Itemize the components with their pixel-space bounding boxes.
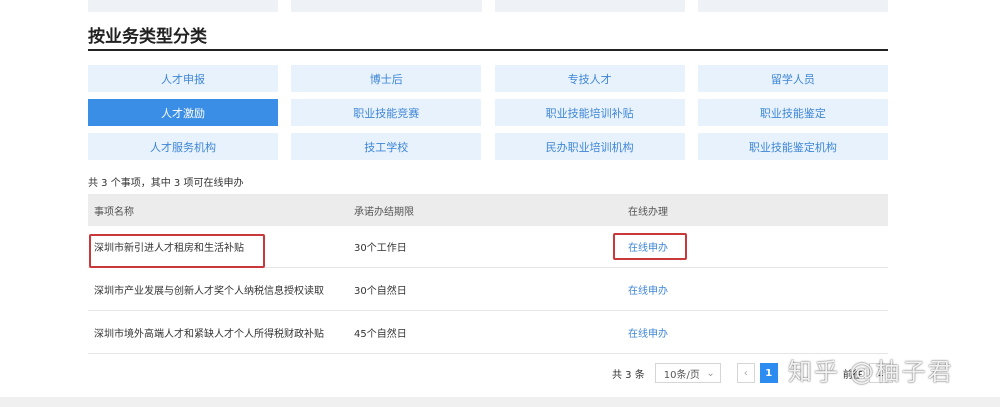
table-row: 深圳市产业发展与创新人才奖个人纳税信息授权读取 30个自然日 在线申办 <box>88 268 888 311</box>
header-online: 在线办理 <box>628 206 668 218</box>
category-button[interactable]: 人才申报 <box>88 65 278 92</box>
chevron-down-icon: ⌄ <box>706 367 715 379</box>
top-card <box>88 0 279 12</box>
item-name: 深圳市产业发展与创新人才奖个人纳税信息授权读取 <box>94 285 324 297</box>
footer-strip <box>0 397 1000 407</box>
result-summary: 共 3 个事项，其中 3 项可在线申办 <box>88 178 244 189</box>
category-button[interactable]: 专技人才 <box>494 65 685 92</box>
category-button[interactable]: 留学人员 <box>697 65 888 92</box>
item-deadline: 45个自然日 <box>354 328 407 340</box>
title-divider <box>88 49 888 51</box>
category-button[interactable]: 职业技能竞赛 <box>291 99 482 126</box>
category-button[interactable]: 职业技能鉴定 <box>697 99 888 126</box>
page-size-value: 10条/页 <box>663 369 700 381</box>
top-card <box>291 0 482 12</box>
category-button[interactable]: 技工学校 <box>291 133 482 160</box>
table-row: 深圳市新引进人才租房和生活补贴 30个工作日 在线申办 <box>88 226 888 268</box>
category-button[interactable]: 职业技能鉴定机构 <box>697 133 888 160</box>
category-button[interactable]: 人才服务机构 <box>88 133 278 160</box>
header-deadline: 承诺办结期限 <box>354 206 414 218</box>
table-header: 事项名称 承诺办结期限 在线办理 <box>88 194 888 226</box>
pagination-total: 共 3 条 <box>612 369 645 381</box>
watermark: 知乎 @柚子君 <box>788 358 954 386</box>
page-size-select[interactable]: 10条/页 ⌄ <box>654 363 721 383</box>
category-button[interactable]: 人才激励 <box>88 99 278 126</box>
category-grid: 人才申报 博士后 专技人才 留学人员 人才激励 职业技能竞赛 职业技能培训补贴 … <box>88 65 888 160</box>
item-deadline: 30个工作日 <box>354 243 407 254</box>
item-name: 深圳市境外高端人才和紧缺人才个人所得税财政补贴 <box>94 328 324 340</box>
category-button[interactable]: 职业技能培训补贴 <box>494 99 685 126</box>
section-title: 按业务类型分类 <box>88 27 207 47</box>
header-name: 事项名称 <box>94 206 134 218</box>
top-card-strip <box>88 0 888 12</box>
table-row: 深圳市境外高端人才和紧缺人才个人所得税财政补贴 45个自然日 在线申办 <box>88 311 888 354</box>
items-table: 事项名称 承诺办结期限 在线办理 深圳市新引进人才租房和生活补贴 30个工作日 … <box>88 194 888 354</box>
item-deadline: 30个自然日 <box>354 285 407 297</box>
item-name: 深圳市新引进人才租房和生活补贴 <box>94 243 244 254</box>
apply-online-link[interactable]: 在线申办 <box>628 243 668 254</box>
apply-online-link[interactable]: 在线申办 <box>628 286 668 297</box>
category-button[interactable]: 博士后 <box>291 65 482 92</box>
apply-online-link[interactable]: 在线申办 <box>628 329 668 340</box>
top-card <box>494 0 685 12</box>
prev-page-button[interactable]: ‹ <box>736 363 755 383</box>
category-button[interactable]: 民办职业培训机构 <box>494 133 685 160</box>
top-card <box>697 0 888 12</box>
page-number-button[interactable]: 1 <box>759 363 778 383</box>
